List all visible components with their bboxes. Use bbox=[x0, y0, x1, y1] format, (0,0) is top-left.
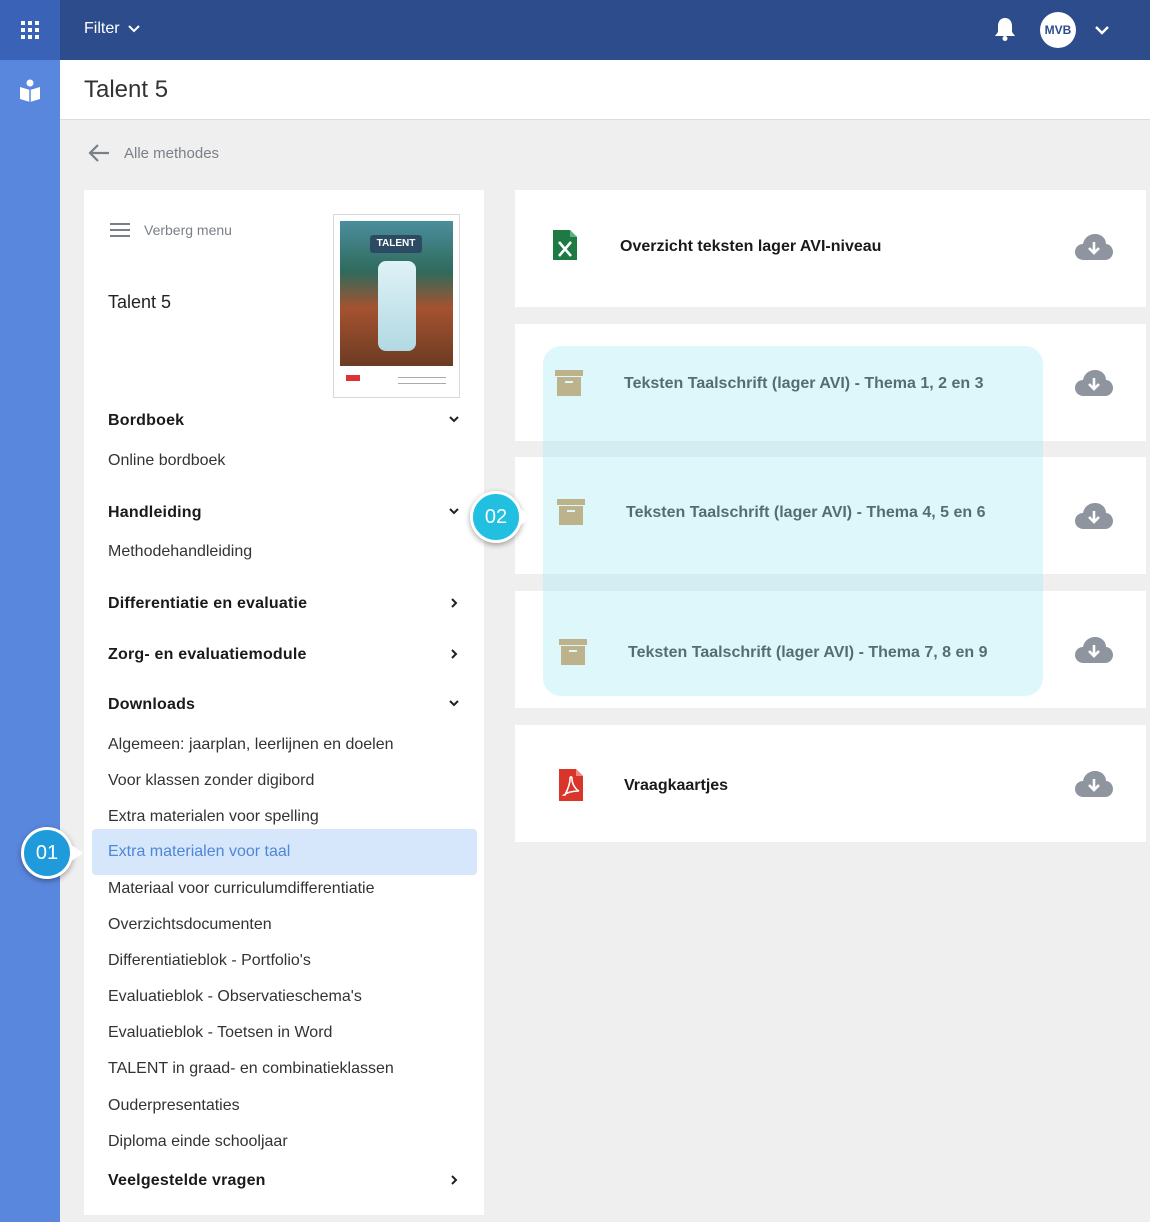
section-label: Differentiatie en evaluatie bbox=[108, 595, 308, 612]
method-sidebar: Verberg menu Talent 5 TALENT Bordboek On… bbox=[84, 190, 484, 1215]
menu-item-download[interactable]: Extra materialen voor spelling bbox=[108, 808, 319, 826]
back-link[interactable]: Alle methodes bbox=[88, 143, 219, 163]
cover-logo: TALENT bbox=[370, 235, 422, 253]
menu-item-download[interactable]: Overzichtsdocumenten bbox=[108, 916, 272, 934]
excel-file-icon bbox=[553, 230, 577, 260]
callout-number: 02 bbox=[484, 505, 508, 528]
callout-02: 02 bbox=[470, 491, 532, 543]
menu-item-download[interactable]: Voor klassen zonder digibord bbox=[108, 772, 314, 790]
menu-item-download-active[interactable]: Extra materialen voor taal bbox=[92, 829, 477, 875]
pdf-file-icon bbox=[559, 769, 583, 801]
chevron-down-icon bbox=[127, 25, 140, 33]
section-downloads[interactable]: Downloads bbox=[108, 696, 460, 714]
cover-artwork: TALENT bbox=[340, 221, 453, 366]
file-card[interactable]: Overzicht teksten lager AVI-niveau bbox=[515, 190, 1146, 307]
highlight-overlay bbox=[543, 346, 1043, 696]
user-menu-toggle[interactable] bbox=[1094, 22, 1110, 40]
rail-methods-button[interactable] bbox=[0, 60, 60, 120]
section-label: Zorg- en evaluatiemodule bbox=[108, 646, 307, 663]
section-handleiding[interactable]: Handleiding bbox=[108, 504, 460, 522]
menu-item-download[interactable]: Evaluatieblok - Observatieschema's bbox=[108, 988, 362, 1006]
title-bar: Talent 5 bbox=[60, 60, 1150, 120]
chevron-right-icon bbox=[451, 1175, 458, 1185]
download-cloud-icon[interactable] bbox=[1075, 370, 1113, 398]
menu-item-download[interactable]: Evaluatieblok - Toetsen in Word bbox=[108, 1024, 332, 1042]
file-title: Overzicht teksten lager AVI-niveau bbox=[620, 238, 882, 255]
section-zorg[interactable]: Zorg- en evaluatiemodule bbox=[108, 646, 460, 664]
notifications-button[interactable] bbox=[994, 17, 1016, 46]
chevron-right-icon bbox=[451, 649, 458, 659]
chevron-down-icon bbox=[449, 508, 459, 515]
hamburger-icon bbox=[110, 223, 130, 237]
section-label: Handleiding bbox=[108, 504, 202, 521]
user-avatar[interactable]: MVB bbox=[1040, 12, 1076, 48]
apps-grid-button[interactable] bbox=[0, 0, 60, 60]
cover-footer bbox=[340, 367, 453, 393]
chevron-right-icon bbox=[451, 598, 458, 608]
apps-grid-icon bbox=[21, 21, 39, 39]
section-differentiatie[interactable]: Differentiatie en evaluatie bbox=[108, 595, 460, 613]
filter-dropdown[interactable]: Filter bbox=[84, 20, 140, 38]
chevron-down-icon bbox=[449, 700, 459, 707]
section-bordboek[interactable]: Bordboek bbox=[108, 412, 460, 430]
menu-item-download[interactable]: Ouderpresentaties bbox=[108, 1097, 240, 1115]
menu-item-download[interactable]: Diploma einde schooljaar bbox=[108, 1133, 288, 1151]
left-rail bbox=[0, 0, 60, 1222]
download-cloud-icon[interactable] bbox=[1075, 234, 1113, 262]
section-faq[interactable]: Veelgestelde vragen bbox=[108, 1172, 460, 1190]
page-title: Talent 5 bbox=[84, 76, 169, 103]
download-cloud-icon[interactable] bbox=[1075, 771, 1113, 799]
section-label: Veelgestelde vragen bbox=[108, 1172, 266, 1189]
callout-01: 01 bbox=[21, 827, 83, 879]
avatar-initials: MVB bbox=[1044, 23, 1072, 37]
filter-label: Filter bbox=[84, 20, 120, 37]
download-cloud-icon[interactable] bbox=[1075, 637, 1113, 665]
section-label: Bordboek bbox=[108, 412, 185, 429]
menu-item-download[interactable]: Materiaal voor curriculumdifferentiatie bbox=[108, 880, 374, 898]
menu-item-download[interactable]: Algemeen: jaarplan, leerlijnen en doelen bbox=[108, 736, 394, 754]
back-link-label: Alle methodes bbox=[124, 144, 220, 162]
bell-icon bbox=[995, 18, 1015, 41]
chevron-down-icon bbox=[449, 416, 459, 423]
file-title: Vraagkaartjes bbox=[624, 777, 729, 794]
menu-item-label: Extra materialen voor taal bbox=[108, 843, 291, 860]
section-label: Downloads bbox=[108, 696, 196, 713]
menu-item-download[interactable]: Differentiatieblok - Portfolio's bbox=[108, 952, 311, 970]
hide-menu-label: Verberg menu bbox=[144, 222, 232, 238]
download-cloud-icon[interactable] bbox=[1075, 503, 1113, 531]
method-title: Talent 5 bbox=[108, 292, 172, 312]
callout-number: 01 bbox=[35, 841, 59, 864]
method-cover-image: TALENT bbox=[333, 214, 460, 398]
arrow-left-icon bbox=[88, 144, 109, 162]
file-card[interactable]: Vraagkaartjes bbox=[515, 725, 1146, 842]
menu-item-online-bordboek[interactable]: Online bordboek bbox=[108, 452, 225, 470]
chevron-down-icon bbox=[1095, 26, 1109, 35]
hide-menu-button[interactable]: Verberg menu bbox=[110, 222, 232, 238]
menu-item-methodehandleiding[interactable]: Methodehandleiding bbox=[108, 543, 252, 561]
cover-waterfall bbox=[378, 261, 416, 351]
reader-book-icon bbox=[20, 79, 40, 102]
top-bar: Filter MVB bbox=[60, 0, 1150, 60]
menu-item-download[interactable]: TALENT in graad- en combinatieklassen bbox=[108, 1060, 394, 1078]
